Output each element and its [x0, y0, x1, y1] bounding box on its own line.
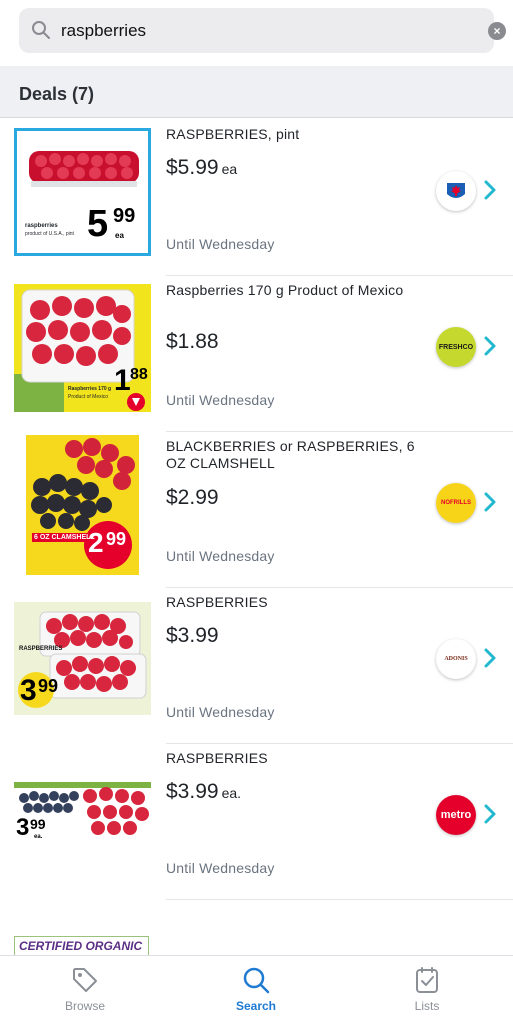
deal-item[interactable]: raspberries product of U.S.A., pint 5 99… — [0, 120, 513, 276]
freshco-logo-text: FRESHCO — [438, 343, 474, 351]
thumb-price-big: 2 — [88, 527, 104, 558]
deal-until: Until Wednesday — [166, 548, 275, 564]
search-bar[interactable]: × — [19, 8, 506, 53]
nav-search[interactable]: Search — [196, 956, 316, 1025]
partial-deal-text: CERTIFIED ORGANIC — [19, 939, 143, 953]
chevron-right-icon[interactable] — [482, 802, 498, 826]
thumb-name: raspberries — [25, 223, 58, 229]
deal-price-row: $3.99 ea. — [166, 780, 241, 804]
deal-unit: ea. — [221, 785, 242, 801]
thumb-price-big: 3 — [20, 674, 37, 707]
thumb-unit: ea. — [34, 834, 43, 840]
chevron-right-icon[interactable] — [482, 490, 498, 514]
deal-title: RASPBERRIES — [166, 594, 268, 610]
maple-leaf-icon — [447, 183, 465, 198]
thumb-price-big: 1 — [114, 364, 131, 397]
nav-browse-label: Browse — [64, 999, 105, 1013]
deal-title: Raspberries 170 g Product of Mexico — [166, 282, 404, 298]
deal-price: $3.99 — [166, 780, 219, 803]
nav-search-label: Search — [235, 999, 277, 1013]
deal-unit: ea — [221, 161, 238, 177]
chevron-right-icon[interactable] — [482, 178, 498, 202]
thumb-unit: ea — [115, 231, 124, 240]
thumb-price-small: 99 — [30, 816, 46, 832]
deal-item[interactable]: 3 99 ea. RASPBERRIES $3.99 ea. metro Unti… — [0, 744, 513, 900]
deal-title: BLACKBERRIES or RASPBERRIES, 6 OZ CLAMSH… — [166, 438, 415, 471]
search-icon — [243, 967, 270, 994]
chevron-right-icon[interactable] — [482, 646, 498, 670]
deal-item[interactable]: RASPBERRIES 3 99 RASPBERRIES $3.99 ADONI… — [0, 588, 513, 744]
deal-price: $3.99 — [166, 624, 219, 647]
adonis-logo: ADONIS — [436, 639, 476, 679]
thumb-tag: 6 OZ CLAMSHELL — [32, 533, 97, 542]
freshco-logo: FRESHCO — [436, 327, 476, 367]
deal-price: $5.99 — [166, 156, 219, 179]
deal-until: Until Wednesday — [166, 392, 275, 408]
maple-leaf-store-logo — [436, 171, 476, 211]
partial-deal-image[interactable]: CERTIFIED ORGANIC — [14, 936, 149, 956]
nav-browse[interactable]: Browse — [25, 956, 145, 1025]
deal-image: RASPBERRIES 3 99 — [14, 602, 151, 715]
metro-logo: metro — [436, 795, 476, 835]
section-title: Deals (7) — [19, 84, 95, 104]
deal-price-row: $5.99 ea — [166, 156, 237, 180]
clear-search-icon[interactable]: × — [488, 22, 506, 40]
thumb-sub: product of U.S.A., pint — [25, 231, 74, 237]
thumb-price-big: 5 — [87, 203, 109, 245]
nofrills-logo-text: NOFRILLS — [441, 500, 471, 506]
thumb-price-small: 88 — [130, 366, 148, 383]
nav-lists-label: Lists — [414, 999, 440, 1013]
divider — [166, 899, 513, 900]
thumb-price-small: 99 — [113, 205, 136, 227]
deals-section-header: Deals (7) — [0, 66, 513, 118]
deal-price: $2.99 — [166, 486, 219, 509]
deal-image: 3 99 ea. — [14, 782, 151, 846]
thumb-name: RASPBERRIES — [19, 646, 63, 652]
deal-image: Raspberries 170 g Product of Mexico 1 88 — [14, 284, 151, 412]
deal-title: RASPBERRIES — [166, 750, 268, 766]
thumb-name: Raspberries 170 g — [68, 386, 112, 392]
thumb-sub: Product of Mexico — [68, 394, 109, 400]
nofrills-logo: NOFRILLS — [436, 483, 476, 523]
deal-price: $1.88 — [166, 330, 219, 353]
metro-logo-text: metro — [440, 809, 472, 821]
deal-title: RASPBERRIES, pint — [166, 126, 300, 142]
tag-icon — [73, 968, 97, 992]
chevron-right-icon[interactable] — [482, 334, 498, 358]
deal-until: Until Wednesday — [166, 860, 275, 876]
deal-until: Until Wednesday — [166, 236, 275, 252]
deal-price-row: $3.99 — [166, 624, 222, 648]
deal-price-row: $1.88 — [166, 330, 222, 354]
search-input[interactable] — [61, 8, 441, 53]
deal-item[interactable]: 6 OZ CLAMSHELL 2 99 BLACKBERRIES or RASP… — [0, 432, 513, 588]
thumb-price-big: 3 — [16, 814, 30, 841]
deal-image: raspberries product of U.S.A., pint 5 99… — [14, 128, 151, 256]
bottom-nav: Browse Search Lists — [0, 955, 513, 1024]
deal-image: 6 OZ CLAMSHELL 2 99 — [26, 435, 139, 575]
search-icon — [32, 21, 50, 39]
search-header: × — [0, 0, 513, 66]
thumb-price-small: 99 — [38, 676, 59, 696]
deal-price-row: $2.99 — [166, 486, 222, 510]
checklist-icon — [416, 967, 438, 993]
adonis-logo-text: ADONIS — [444, 656, 468, 662]
nav-lists[interactable]: Lists — [367, 956, 487, 1025]
deal-until: Until Wednesday — [166, 704, 275, 720]
deal-item[interactable]: Raspberries 170 g Product of Mexico 1 88… — [0, 276, 513, 432]
thumb-price-small: 99 — [106, 529, 127, 549]
